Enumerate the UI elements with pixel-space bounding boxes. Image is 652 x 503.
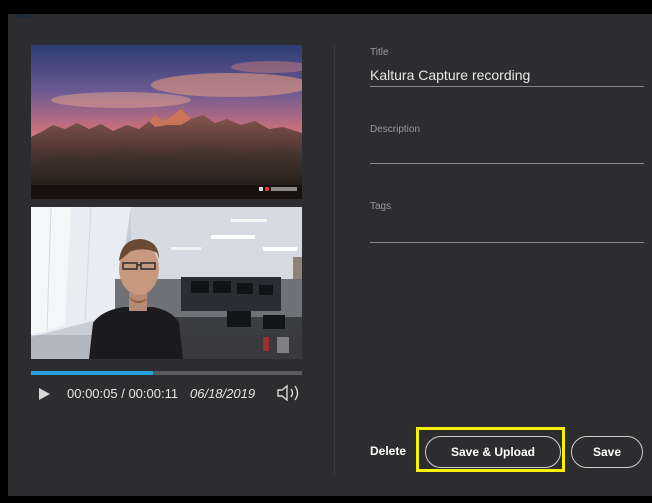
volume-icon [277,384,299,402]
window-corner-tab [14,14,30,18]
recording-date: 06/18/2019 [190,386,256,401]
tags-label: Tags [370,201,392,212]
title-label: Title [370,47,389,58]
mountain-landscape-image [31,45,302,199]
title-input[interactable] [370,64,644,87]
playback-progress-bar[interactable] [31,371,302,375]
tags-input[interactable] [370,220,644,243]
description-input[interactable] [370,141,644,164]
play-button[interactable] [37,387,51,401]
office-webcam-image [31,207,302,359]
save-and-upload-button[interactable]: Save & Upload [425,436,561,468]
description-label: Description [370,124,421,135]
webcam-recording-thumbnail [31,207,302,359]
playback-time: 00:00:05 / 00:00:11 [67,386,179,401]
save-button[interactable]: Save [571,436,643,468]
play-icon [39,388,50,400]
column-divider [334,45,335,475]
screen-recording-thumbnail [31,45,302,199]
app-window: 00:00:05 / 00:00:11 06/18/2019 Title Des… [0,0,652,503]
volume-button[interactable] [275,383,303,403]
playback-progress-fill [31,371,153,375]
delete-button[interactable]: Delete [370,444,406,458]
